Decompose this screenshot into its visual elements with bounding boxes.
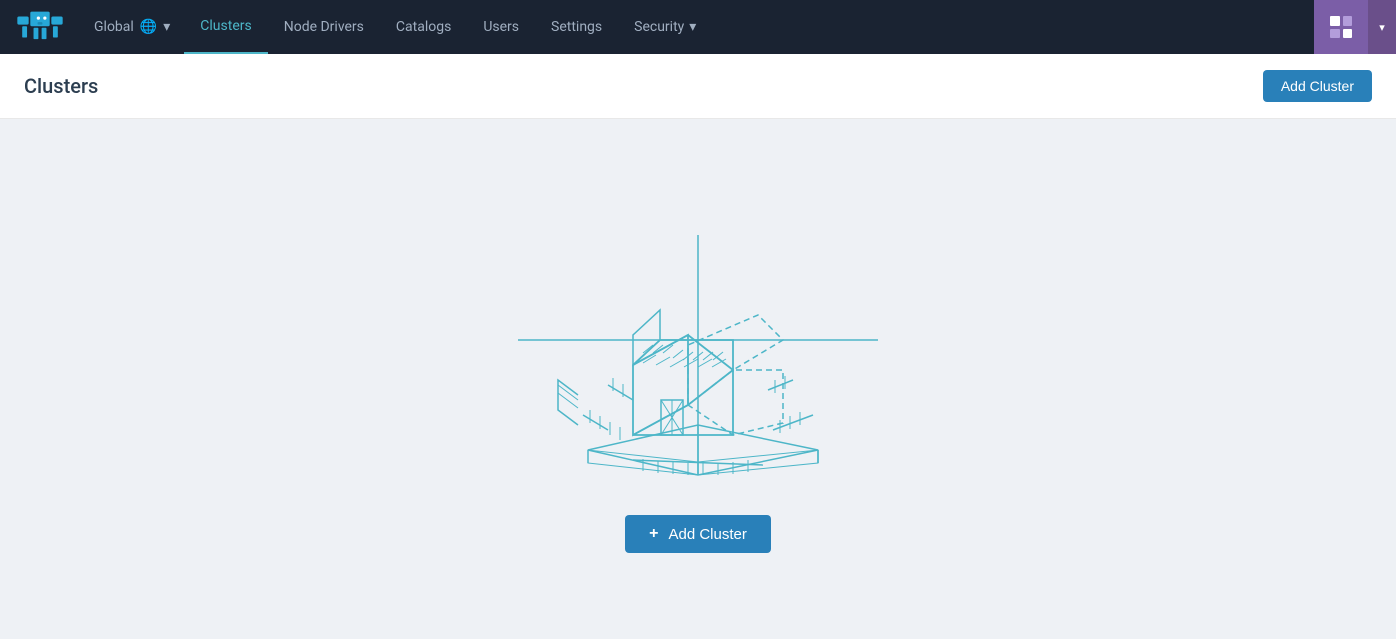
plus-icon: +: [649, 525, 658, 543]
nav-item-users[interactable]: Users: [467, 0, 535, 54]
nav-item-node-drivers[interactable]: Node Drivers: [268, 0, 380, 54]
rancher-logo: [15, 10, 65, 44]
chevron-down-icon: ▾: [163, 19, 170, 35]
nav-item-security[interactable]: Security ▾: [618, 0, 712, 54]
add-cluster-button[interactable]: Add Cluster: [1263, 70, 1372, 102]
security-chevron-icon: ▾: [689, 19, 696, 35]
nav-item-clusters[interactable]: Clusters: [184, 0, 267, 54]
empty-add-cluster-label: Add Cluster: [668, 526, 746, 543]
page-title: Clusters: [24, 74, 98, 98]
nav-right: ▾: [1314, 0, 1396, 54]
nav-item-settings[interactable]: Settings: [535, 0, 618, 54]
app-switcher-chevron[interactable]: ▾: [1368, 0, 1396, 54]
global-label: Global: [94, 19, 134, 35]
page-header: Clusters Add Cluster: [0, 54, 1396, 119]
empty-state: + Add Cluster: [0, 119, 1396, 639]
nav-items: Global 🌐 ▾ Clusters Node Drivers Catalog…: [80, 0, 1314, 54]
global-selector[interactable]: Global 🌐 ▾: [80, 0, 184, 54]
empty-add-cluster-button[interactable]: + Add Cluster: [625, 515, 771, 553]
navbar: Global 🌐 ▾ Clusters Node Drivers Catalog…: [0, 0, 1396, 54]
brand-logo-container[interactable]: [0, 0, 80, 54]
globe-icon: 🌐: [140, 19, 157, 35]
grid-icon: [1330, 16, 1352, 38]
nav-item-catalogs[interactable]: Catalogs: [380, 0, 467, 54]
clusters-illustration: [478, 205, 918, 485]
app-switcher-button[interactable]: [1314, 0, 1368, 54]
chevron-down-icon: ▾: [1379, 21, 1385, 34]
